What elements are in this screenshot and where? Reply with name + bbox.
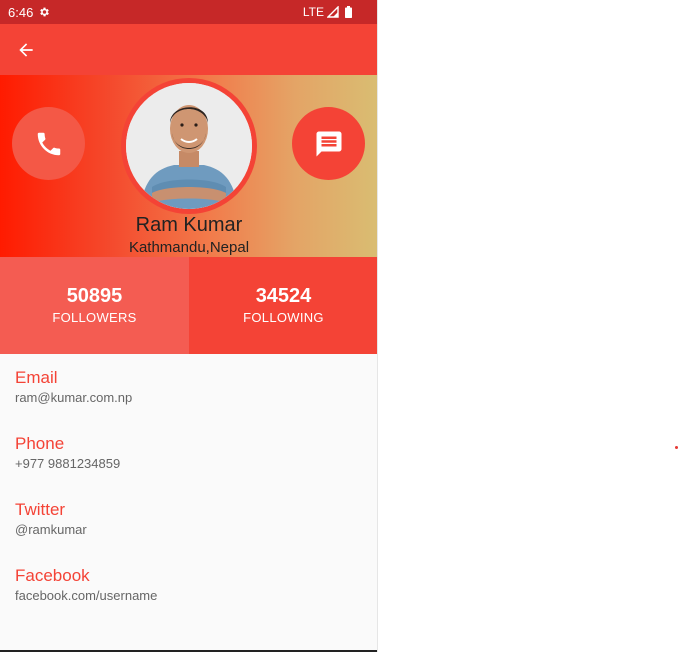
facebook-value: facebook.com/username [15,588,158,603]
following-count: 34524 [255,285,312,307]
settings-gear-icon [40,7,49,17]
email-label: Email [15,368,58,387]
signal-icon [327,6,339,18]
twitter-item[interactable]: Twitter @ramkumar [15,500,87,539]
profile-screen: 6:46 LTE Ram Kumar Kathmandu,Nepal 50895… [0,0,378,652]
profile-location: Kathmandu,Nepal [128,239,250,256]
red-dot [675,446,678,449]
message-icon [316,131,341,156]
following-stat[interactable]: 34524 FOLLOWING [189,257,377,354]
facebook-item[interactable]: Facebook facebook.com/username [15,566,157,605]
profile-header: Ram Kumar Kathmandu,Nepal [0,75,377,257]
battery-icon [345,6,352,18]
facebook-label: Facebook [15,566,90,585]
network-type: LTE [302,5,324,19]
followers-label: FOLLOWERS [52,310,137,325]
status-time: 6:46 [8,5,34,20]
phone-item[interactable]: Phone +977 9881234859 [15,434,120,473]
phone-icon [37,132,60,155]
call-button[interactable] [12,107,85,180]
app-bar [0,24,377,75]
email-item[interactable]: Email ram@kumar.com.np [15,368,132,407]
twitter-label: Twitter [15,500,66,519]
avatar-ring [121,78,257,214]
phone-label: Phone [15,434,65,453]
followers-count: 50895 [66,285,123,307]
arrow-back-icon [19,43,33,57]
back-button[interactable] [12,36,40,64]
stats-row: 50895 FOLLOWERS 34524 FOLLOWING [0,257,377,354]
message-button[interactable] [292,107,365,180]
twitter-value: @ramkumar [15,522,87,537]
followers-stat[interactable]: 50895 FOLLOWERS [0,257,189,354]
phone-value: +977 9881234859 [15,456,121,471]
email-value: ram@kumar.com.np [15,390,133,405]
profile-name: Ram Kumar [135,214,243,236]
status-bar: 6:46 LTE [0,0,377,24]
profile-photo [126,83,252,209]
avatar [126,83,252,209]
following-label: FOLLOWING [243,310,324,325]
